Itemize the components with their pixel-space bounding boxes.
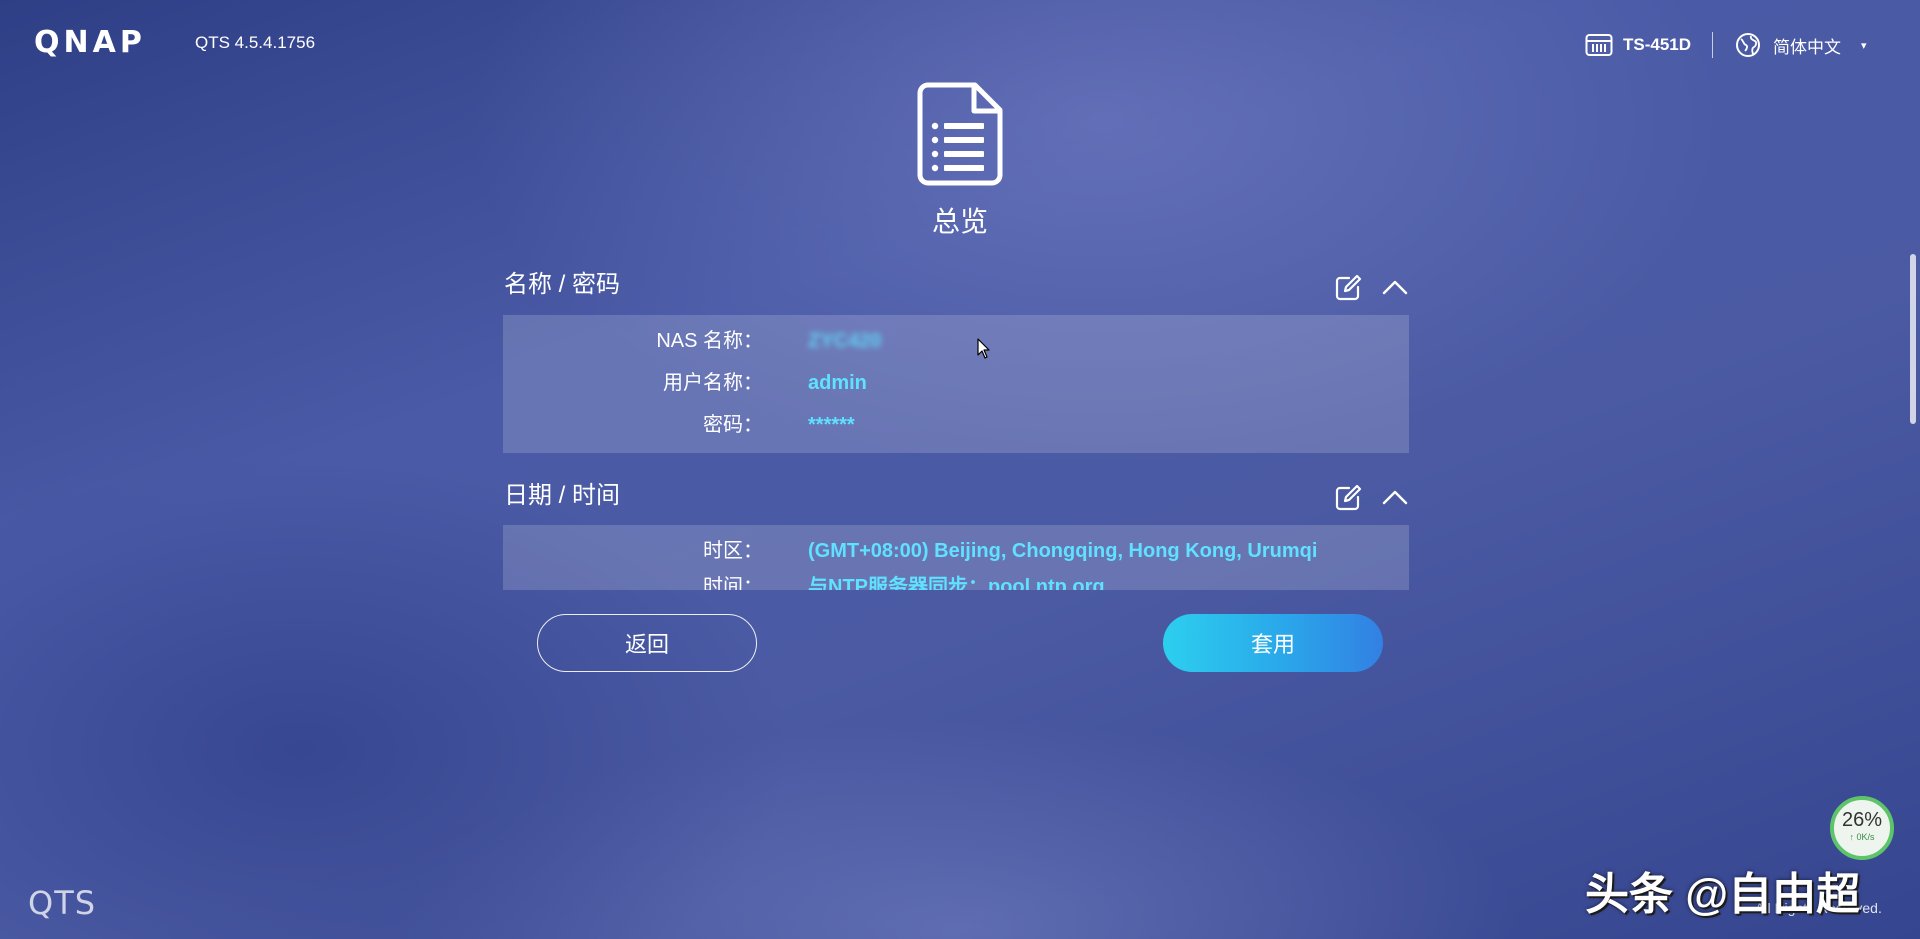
info-row: 时区： (GMT+08:00) Beijing, Chongqing, Hong… — [503, 533, 1409, 569]
timezone-value: (GMT+08:00) Beijing, Chongqing, Hong Kon… — [808, 540, 1318, 562]
row-label: NAS 名称： — [656, 330, 763, 352]
section-title-date-time: 日期 / 时间 — [504, 482, 621, 509]
firmware-version: QTS 4.5.4.1756 — [195, 33, 316, 52]
device-model: TS-451D — [1585, 30, 1691, 60]
edit-icon[interactable] — [1333, 483, 1363, 513]
globe-icon — [1735, 32, 1761, 58]
speed-rate: ↑ 0K/s — [1849, 832, 1875, 842]
edit-icon[interactable] — [1333, 273, 1363, 303]
row-label: 时区： — [703, 540, 763, 562]
mouse-cursor-icon — [977, 338, 991, 360]
scrollbar[interactable] — [1910, 254, 1916, 424]
back-button[interactable]: 返回 — [537, 614, 757, 672]
row-label: 时间： — [703, 576, 763, 590]
chevron-down-icon: ▾ — [1861, 39, 1867, 52]
qts-footer-logo: QTS — [28, 884, 97, 922]
row-label: 密码： — [703, 414, 763, 436]
qnap-logo: QNAP — [34, 25, 146, 60]
scroll-area[interactable]: 时区： (GMT+08:00) Beijing, Chongqing, Hong… — [503, 525, 1409, 590]
name-password-panel: NAS 名称： ZYC420 用户名称： admin 密码： ****** — [503, 315, 1409, 453]
language-selector[interactable]: 简体中文 ▾ — [1735, 30, 1867, 60]
top-bar: QNAP QTS 4.5.4.1756 TS-451D 简体中文 ▾ — [0, 0, 1920, 80]
info-row: 密码： ****** — [503, 407, 1409, 443]
date-time-panel: 时区： (GMT+08:00) Beijing, Chongqing, Hong… — [503, 525, 1409, 590]
header-divider — [1712, 32, 1713, 58]
model-name: TS-451D — [1623, 35, 1692, 54]
page-title: 总览 — [931, 206, 988, 237]
language-label: 简体中文 — [1773, 37, 1841, 57]
row-label: 用户名称： — [663, 372, 763, 394]
chevron-up-icon[interactable] — [1380, 273, 1410, 303]
info-row: 时间： 与NTP服务器同步：pool.ntp.org — [503, 569, 1409, 590]
watermark: 头条 @自由超 — [1585, 870, 1861, 919]
section-title-name-password: 名称 / 密码 — [504, 271, 621, 298]
info-row: 用户名称： admin — [503, 365, 1409, 401]
document-list-icon — [917, 82, 1003, 186]
info-row: NAS 名称： ZYC420 — [503, 323, 1409, 359]
chevron-up-icon[interactable] — [1380, 483, 1410, 513]
time-value: 与NTP服务器同步：pool.ntp.org — [808, 576, 1105, 590]
apply-button[interactable]: 套用 — [1163, 614, 1383, 672]
nas-name-value: ZYC420 — [808, 330, 882, 352]
speed-percent: 26% — [1841, 809, 1883, 831]
speed-widget[interactable]: 26% ↑ 0K/s — [1830, 796, 1894, 860]
password-value: ****** — [808, 414, 855, 436]
nas-device-icon — [1585, 33, 1613, 57]
username-value: admin — [808, 372, 867, 394]
